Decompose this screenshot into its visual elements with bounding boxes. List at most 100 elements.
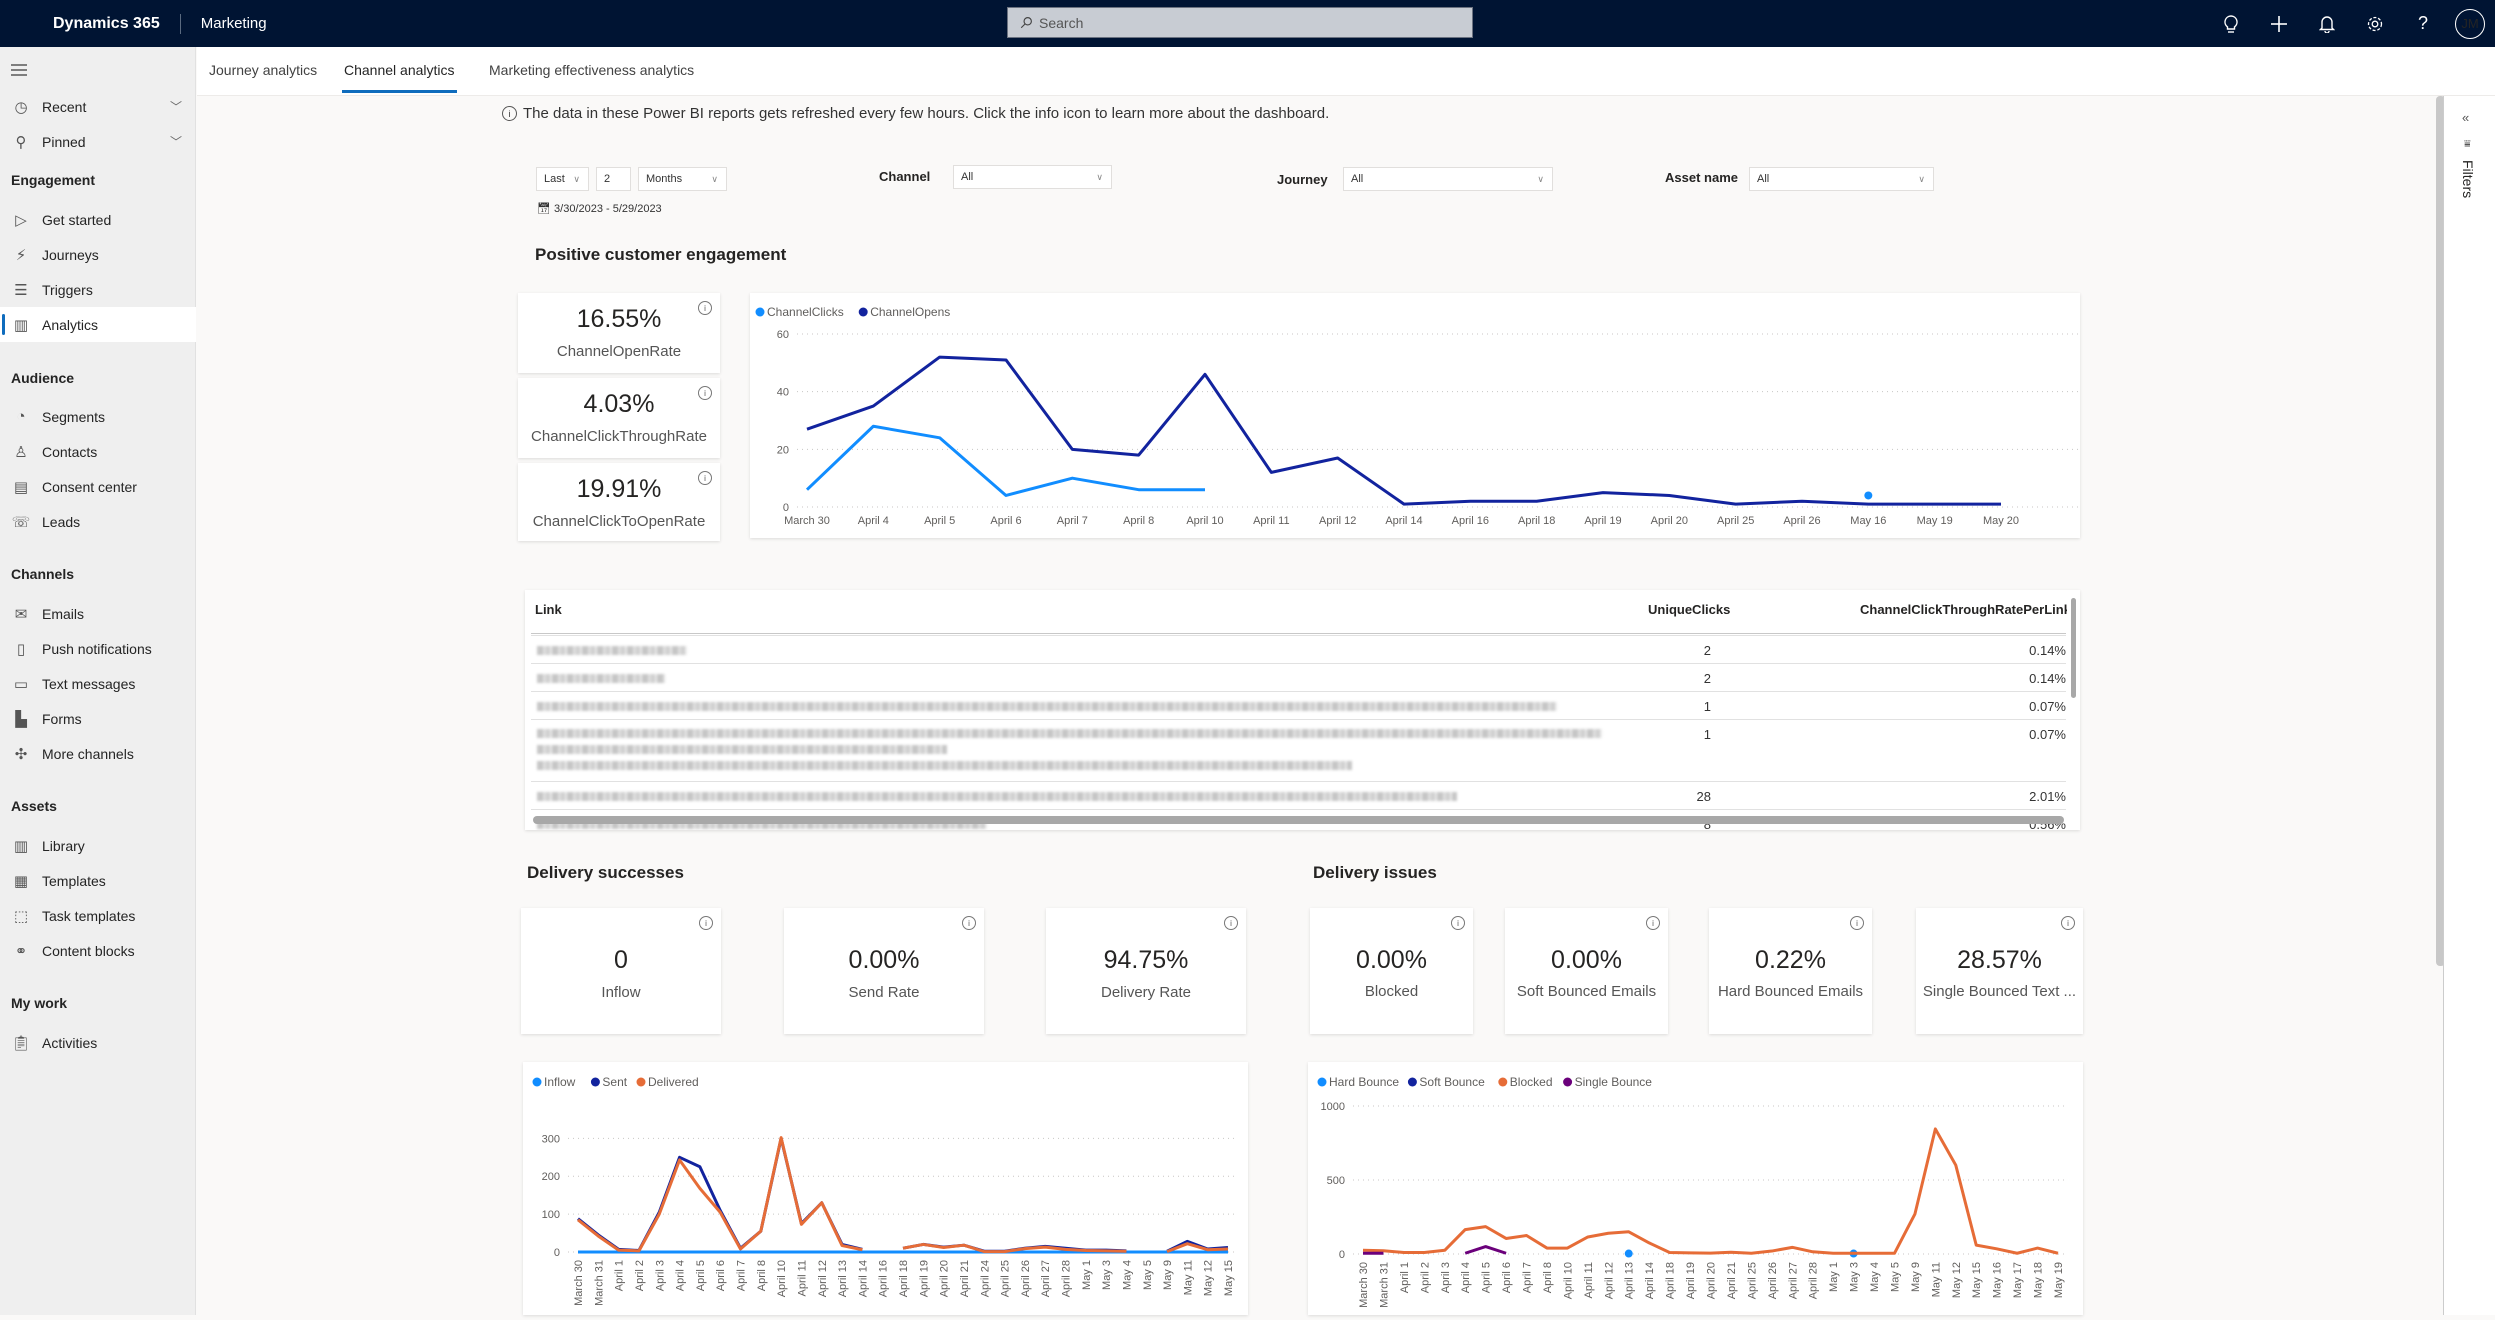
table-row[interactable]: 2 0.14%: [531, 663, 2066, 691]
blurred-link[interactable]: [537, 729, 1602, 738]
sidebar-item-push-notifications[interactable]: ▯Push notifications: [0, 631, 196, 666]
tab-journey-analytics[interactable]: Journey analytics: [209, 62, 317, 78]
legend-label[interactable]: Hard Bounce: [1329, 1075, 1399, 1089]
sidebar-item-more-channels[interactable]: ✣More channels: [0, 736, 196, 771]
legend-label[interactable]: ChannelOpens: [870, 305, 950, 319]
legend-marker[interactable]: [756, 308, 765, 317]
search-input[interactable]: Search: [1007, 7, 1473, 38]
sidebar-item-contacts[interactable]: ♙Contacts: [0, 434, 196, 469]
expand-chevron-icon[interactable]: «: [2462, 110, 2469, 125]
sidebar-item-task-templates[interactable]: ⬚Task templates: [0, 898, 196, 933]
info-icon[interactable]: i: [962, 916, 976, 930]
lightbulb-icon[interactable]: [2207, 0, 2255, 47]
channel-dropdown[interactable]: All∨: [953, 165, 1112, 189]
legend-label[interactable]: Single Bounce: [1575, 1075, 1653, 1089]
consent-icon: ▤: [0, 478, 42, 496]
legend-marker[interactable]: [859, 308, 868, 317]
table-row[interactable]: 2 0.14%: [531, 635, 2066, 663]
table-row[interactable]: 28 2.01%: [531, 781, 2066, 809]
series-line-channelopens[interactable]: [807, 357, 2001, 504]
column-header-unique-clicks[interactable]: UniqueClicks: [1648, 602, 1730, 617]
chevron-down-icon[interactable]: ﹀: [170, 133, 182, 150]
series-line-delivered[interactable]: [578, 1138, 862, 1251]
blurred-link[interactable]: [537, 792, 1457, 801]
legend-marker[interactable]: [1563, 1078, 1572, 1087]
sidebar-item-pinned[interactable]: ⚲ Pinned ﹀: [0, 124, 196, 159]
vertical-scrollbar[interactable]: [2071, 598, 2076, 698]
data-point-hard-bounce[interactable]: [1625, 1250, 1633, 1258]
bell-icon[interactable]: [2303, 0, 2351, 47]
tab-channel-analytics[interactable]: Channel analytics: [344, 62, 455, 78]
sidebar-item-get-started[interactable]: ▷Get started: [0, 202, 196, 237]
help-icon[interactable]: ?: [2399, 0, 2447, 47]
period-count-input[interactable]: 2: [596, 167, 631, 191]
kpi-label: Soft Bounced Emails: [1505, 983, 1668, 1000]
series-line-channelclicks[interactable]: [807, 426, 1205, 495]
info-icon[interactable]: i: [1646, 916, 1660, 930]
gear-icon[interactable]: [2351, 0, 2399, 47]
table-row[interactable]: 1 0.07%: [531, 719, 2066, 781]
legend-marker[interactable]: [533, 1078, 542, 1087]
horizontal-scrollbar[interactable]: [533, 816, 2064, 824]
sidebar-item-content-blocks[interactable]: ⚭Content blocks: [0, 933, 196, 968]
info-icon[interactable]: i: [1451, 916, 1465, 930]
info-icon[interactable]: i: [502, 106, 517, 121]
plus-icon[interactable]: [2255, 0, 2303, 47]
table-row[interactable]: 1 0.07%: [531, 691, 2066, 719]
chevron-down-icon[interactable]: ﹀: [170, 98, 182, 115]
column-header-click-through-rate[interactable]: ChannelClickThroughRatePerLink: [1860, 602, 2067, 617]
blurred-link[interactable]: [537, 646, 687, 655]
info-icon[interactable]: i: [699, 916, 713, 930]
filters-pane-label[interactable]: Filters: [2460, 160, 2476, 198]
hamburger-menu-icon[interactable]: [11, 63, 27, 81]
series-line-single-bounce[interactable]: [1465, 1247, 1506, 1254]
journey-dropdown[interactable]: All∨: [1343, 167, 1553, 191]
sidebar-item-forms[interactable]: ▙Forms: [0, 701, 196, 736]
sidebar-item-journeys[interactable]: ⚡Journeys: [0, 237, 196, 272]
tab-marketing-effectiveness-analytics[interactable]: Marketing effectiveness analytics: [489, 62, 694, 78]
sidebar-item-activities[interactable]: 📋︎Activities: [0, 1025, 196, 1060]
legend-label[interactable]: Soft Bounce: [1419, 1075, 1485, 1089]
series-line-sent[interactable]: [578, 1138, 862, 1250]
sidebar-item-library[interactable]: ▥Library: [0, 828, 196, 863]
sidebar-item-segments[interactable]: ◔Segments: [0, 399, 196, 434]
legend-label[interactable]: ChannelClicks: [767, 305, 844, 319]
brand-name[interactable]: Dynamics 365: [53, 15, 160, 33]
app-name[interactable]: Marketing: [201, 15, 267, 32]
sidebar-item-leads[interactable]: ☏Leads: [0, 504, 196, 539]
legend-marker[interactable]: [637, 1078, 646, 1087]
series-line-blocked[interactable]: [1363, 1129, 2058, 1253]
unique-clicks: 1: [1681, 699, 1711, 714]
column-header-link[interactable]: Link: [535, 602, 562, 617]
data-point-channelclicks[interactable]: [1864, 491, 1872, 499]
info-icon[interactable]: i: [1850, 916, 1864, 930]
sidebar-item-text-messages[interactable]: ▭Text messages: [0, 666, 196, 701]
blurred-link: [537, 761, 1352, 770]
sidebar-item-emails[interactable]: ✉Emails: [0, 596, 196, 631]
sidebar-item-consent-center[interactable]: ▤Consent center: [0, 469, 196, 504]
sidebar-item-recent[interactable]: ◷ Recent ﹀: [0, 89, 196, 124]
legend-marker[interactable]: [591, 1078, 600, 1087]
filters-pane-collapsed[interactable]: « ⩸: [2443, 96, 2495, 1315]
asset-name-dropdown[interactable]: All∨: [1749, 167, 1934, 191]
click-through-rate: 0.07%: [1981, 699, 2066, 714]
avatar[interactable]: JM: [2455, 9, 2485, 39]
legend-label[interactable]: Sent: [602, 1075, 627, 1089]
sidebar-item-triggers[interactable]: ☰Triggers: [0, 272, 196, 307]
info-icon[interactable]: i: [2061, 916, 2075, 930]
period-mode-dropdown[interactable]: Last∨: [536, 167, 589, 191]
blurred-link[interactable]: [537, 674, 665, 683]
sidebar-item-label: Activities: [42, 1035, 97, 1051]
chevron-down-icon: ∨: [573, 174, 580, 185]
legend-marker[interactable]: [1408, 1078, 1417, 1087]
legend-label[interactable]: Inflow: [544, 1075, 576, 1089]
sidebar-item-analytics[interactable]: ▥Analytics: [0, 307, 196, 342]
period-unit-dropdown[interactable]: Months∨: [638, 167, 727, 191]
sidebar-item-templates[interactable]: ▦Templates: [0, 863, 196, 898]
blurred-link[interactable]: [537, 702, 1557, 711]
legend-marker[interactable]: [1498, 1078, 1507, 1087]
legend-label[interactable]: Blocked: [1510, 1075, 1553, 1089]
legend-label[interactable]: Delivered: [648, 1075, 699, 1089]
legend-marker[interactable]: [1318, 1078, 1327, 1087]
info-icon[interactable]: i: [1224, 916, 1238, 930]
